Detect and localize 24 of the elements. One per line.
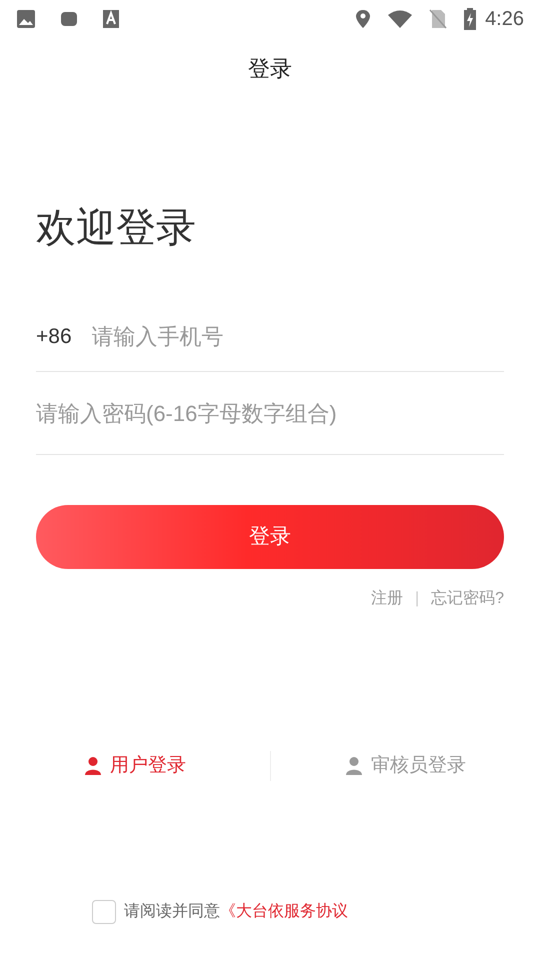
agreement-link[interactable]: 《大台依服务协议 [220,900,348,924]
battery-icon [463,8,478,30]
agreement-text: 请阅读并同意 [124,902,220,922]
person-icon [84,756,102,776]
register-link[interactable]: 注册 [370,587,403,611]
image-icon [16,9,36,29]
person-icon [344,756,363,776]
role-tab[interactable]: 审核员登录 [344,752,466,780]
welcome-heading: 欢迎登录 [36,208,197,248]
font-icon [102,9,120,29]
wifi-icon [387,9,414,29]
agreement-checkbox[interactable] [92,900,116,924]
login-button[interactable]: 登录 [36,505,504,569]
link-separator: | [414,589,420,609]
phone-field[interactable]: 请输入手机号 [92,320,504,353]
country-code: +86 [36,324,72,350]
page-title: 登录 [248,54,292,82]
no-sim-icon [429,9,448,29]
forgot-password-link[interactable]: 忘记密码? [431,587,504,611]
app-icon [60,10,78,28]
status-time: 4:26 [485,7,524,32]
location-icon [355,9,372,29]
password-field[interactable]: 请输入密码(6-16字母数字组合) [36,396,504,430]
role-tab[interactable]: 用户登录 [84,752,186,780]
